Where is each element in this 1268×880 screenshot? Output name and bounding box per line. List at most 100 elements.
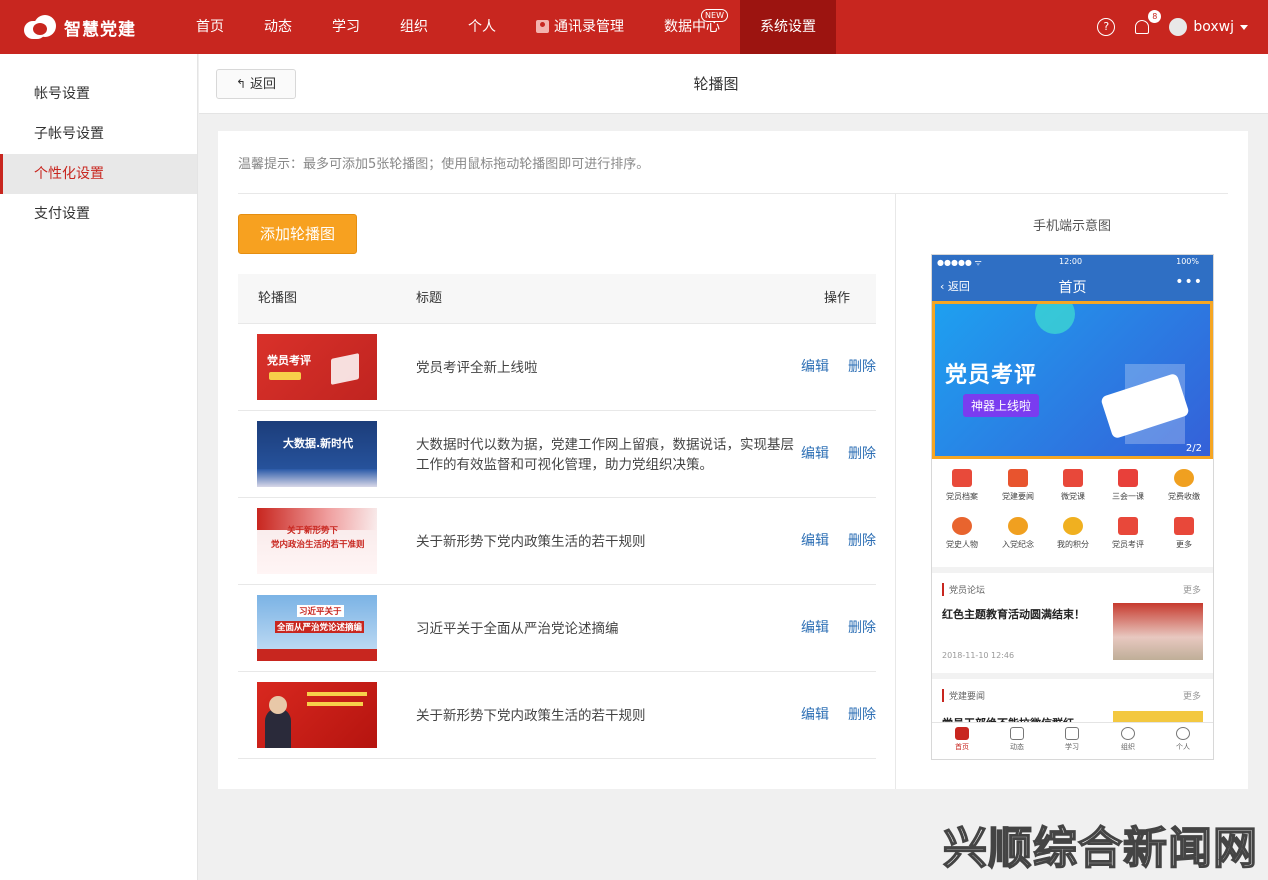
news-icon <box>1008 469 1028 487</box>
more-grid-icon <box>1174 517 1194 535</box>
grid-item: 入党纪念 <box>990 517 1046 550</box>
badge-icon <box>1008 517 1028 535</box>
page-header: 轮播图 ↰ 返回 <box>199 54 1268 114</box>
carousel-thumbnail[interactable]: 大数据.新时代 <box>257 421 377 487</box>
delete-link[interactable]: 删除 <box>848 498 876 585</box>
edit-link[interactable]: 编辑 <box>801 672 829 759</box>
grid-item-label: 微党课 <box>1061 492 1085 501</box>
delete-link[interactable]: 删除 <box>848 672 876 759</box>
section-more: 更多 <box>1182 586 1201 596</box>
grid-item-label: 党费收缴 <box>1168 492 1200 501</box>
grid-item-label: 党员档案 <box>946 492 978 501</box>
carousel-thumbnail[interactable]: 关于新形势下 党内政治生活的若干准则 <box>257 508 377 574</box>
grid-item-label: 党建要闻 <box>1002 492 1034 501</box>
nav-item-study[interactable]: 学习 <box>312 0 380 54</box>
back-button[interactable]: ↰ 返回 <box>216 69 296 99</box>
nav-item-data-center[interactable]: 数据中心 NEW <box>644 0 740 54</box>
delete-link[interactable]: 删除 <box>848 585 876 672</box>
edit-link[interactable]: 编辑 <box>801 411 829 498</box>
tip-text: 温馨提示：最多可添加5张轮播图；使用鼠标拖动轮播图即可进行排序。 <box>238 157 650 172</box>
people-icon <box>1121 727 1135 740</box>
delete-link[interactable]: 删除 <box>848 324 876 411</box>
top-navbar: 智慧党建 首页 动态 学习 组织 个人 通讯录管理 数据中心 NEW 系统设置 … <box>0 0 1268 54</box>
carousel-thumbnail[interactable] <box>257 682 377 748</box>
phone-tabbar: 首页 动态 学习 组织 个人 <box>932 722 1213 759</box>
grid-item: 更多 <box>1156 517 1212 550</box>
table-row[interactable]: 关于新形势下 党内政治生活的若干准则 关于新形势下党内政策生活的若干规则 编辑 … <box>238 498 876 585</box>
vertical-divider <box>895 193 896 789</box>
archive-icon <box>952 469 972 487</box>
sidebar-item-account[interactable]: 帐号设置 <box>0 74 197 114</box>
sidebar-item-personalization[interactable]: 个性化设置 <box>0 154 197 194</box>
grid-item-label: 更多 <box>1176 540 1192 549</box>
brand-name: 智慧党建 <box>64 19 136 40</box>
user-icon <box>1176 727 1190 740</box>
table-row[interactable]: 党员考评 党员考评全新上线啦 编辑 删除 <box>238 324 876 411</box>
nav-item-home[interactable]: 首页 <box>176 0 244 54</box>
phone-status-bar: ●●●●● ᯤ 12:00 100% <box>932 255 1213 270</box>
help-icon[interactable]: ? <box>1097 18 1116 36</box>
meeting-icon <box>1118 469 1138 487</box>
nav-item-personal[interactable]: 个人 <box>448 0 516 54</box>
edit-link[interactable]: 编辑 <box>801 585 829 672</box>
news-image <box>1113 603 1203 660</box>
column-header-image: 轮播图 <box>258 291 298 306</box>
carousel-thumbnail[interactable]: 习近平关于 全面从严治党论述摘编 <box>257 595 377 661</box>
back-button-label: 返回 <box>250 77 277 92</box>
table-row[interactable]: 关于新形势下党内政策生活的若干规则 编辑 删除 <box>238 672 876 759</box>
nav-item-news[interactable]: 动态 <box>244 0 312 54</box>
divider <box>238 193 1228 194</box>
row-title: 党员考评全新上线啦 <box>416 359 538 376</box>
section-title: 党员论坛 <box>942 583 985 596</box>
chevron-down-icon <box>1240 24 1248 30</box>
thumbnail-text: 大数据.新时代 <box>283 437 354 450</box>
history-icon <box>952 517 972 535</box>
grid-item-label: 党史人物 <box>946 540 978 549</box>
top-right-tools: ? 8 boxwj <box>1097 0 1248 54</box>
chart-icon <box>1118 517 1138 535</box>
carousel-thumbnail[interactable]: 党员考评 <box>257 334 377 400</box>
column-header-actions: 操作 <box>824 291 851 306</box>
watermark: 兴顺综合新闻网 <box>942 822 1258 875</box>
nav-item-organization[interactable]: 组织 <box>380 0 448 54</box>
points-icon <box>1063 517 1083 535</box>
sidebar-item-payment[interactable]: 支付设置 <box>0 194 197 234</box>
edit-link[interactable]: 编辑 <box>801 324 829 411</box>
table-row[interactable]: 习近平关于 全面从严治党论述摘编 习近平关于全面从严治党论述摘编 编辑 删除 <box>238 585 876 672</box>
section-title: 党建要闻 <box>942 689 985 702</box>
main-nav: 首页 动态 学习 组织 个人 通讯录管理 数据中心 NEW 系统设置 <box>176 0 836 54</box>
username: boxwj <box>1193 19 1234 35</box>
thumbnail-text: 关于新形势下 <box>287 526 339 536</box>
bell-icon <box>1135 20 1150 34</box>
add-carousel-button[interactable]: 添加轮播图 <box>238 214 357 254</box>
grid-item-label: 我的积分 <box>1057 540 1089 549</box>
fee-icon <box>1174 469 1194 487</box>
notifications-button[interactable]: 8 <box>1133 10 1162 36</box>
nav-item-contacts[interactable]: 通讯录管理 <box>516 0 644 54</box>
grid-item-label: 入党纪念 <box>1002 540 1034 549</box>
nav-item-system-settings[interactable]: 系统设置 <box>740 0 836 54</box>
brand-logo[interactable]: 智慧党建 <box>24 13 136 41</box>
sidebar-item-sub-account[interactable]: 子帐号设置 <box>0 114 197 154</box>
thumbnail-text: 习近平关于 <box>297 605 344 617</box>
more-dots-icon: ••• <box>1175 274 1203 290</box>
column-header-title: 标题 <box>416 291 443 306</box>
phone-banner: 党员考评 神器上线啦 2/2 <box>932 301 1213 459</box>
phone-tab-label: 动态 <box>1010 743 1024 751</box>
grid-item-label: 三会一课 <box>1112 492 1144 501</box>
notification-count-badge: 8 <box>1148 10 1162 23</box>
signal-icon: ●●●●● ᯤ <box>937 258 982 267</box>
cloud-logo-icon <box>24 15 60 39</box>
phone-forum-section: 党员论坛 更多 红色主题教育活动圆满结束！ 2018-11-10 12:46 <box>932 573 1213 673</box>
user-menu[interactable]: boxwj <box>1169 18 1248 36</box>
nav-item-contacts-label: 通讯录管理 <box>554 19 624 35</box>
phone-preview: ●●●●● ᯤ 12:00 100% ‹ 返回 首页 ••• 党员考评 神器上线… <box>931 254 1214 760</box>
grid-item-label: 党员考评 <box>1112 540 1144 549</box>
table-row[interactable]: 大数据.新时代 大数据时代以数为据，党建工作网上留痕，数据说话，实现基层工作的有… <box>238 411 876 498</box>
banner-title: 党员考评 <box>945 363 1038 388</box>
edit-link[interactable]: 编辑 <box>801 498 829 585</box>
thumbnail-text: 党员考评 <box>267 354 311 367</box>
row-title: 习近平关于全面从严治党论述摘编 <box>416 620 619 637</box>
delete-link[interactable]: 删除 <box>848 411 876 498</box>
row-title: 大数据时代以数为据，党建工作网上留痕，数据说话，实现基层工作的有效监督和可视化管… <box>416 436 794 473</box>
